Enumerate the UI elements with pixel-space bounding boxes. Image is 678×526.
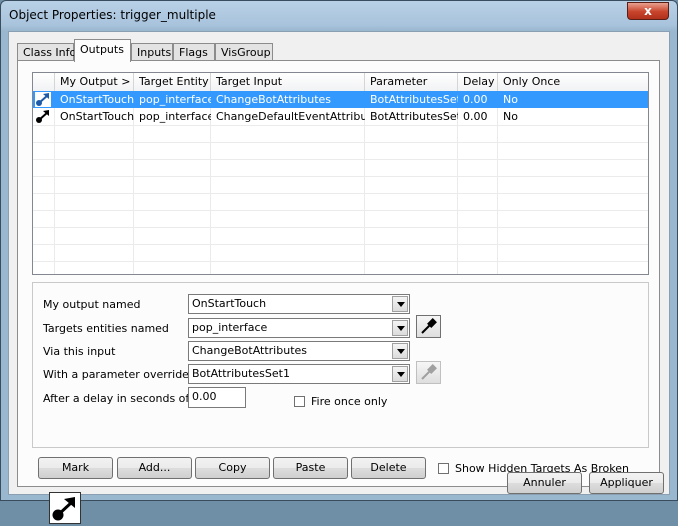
chevron-down-icon[interactable] [392,343,408,359]
output-arrow-icon [49,492,81,524]
cell-parameter: BotAttributesSet1 [370,110,458,123]
cell-target-input: ChangeBotAttributes [216,93,332,106]
close-button[interactable]: x [627,2,669,20]
tab-outputs[interactable]: Outputs [74,39,131,62]
via-input-combo[interactable]: ChangeBotAttributes [188,341,410,361]
targets-combo[interactable]: pop_interface [188,318,410,338]
outputs-list[interactable]: My Output > Target Entity Target Input P… [32,72,649,275]
paste-button[interactable]: Paste [273,457,348,479]
via-input-label: Via this input [43,345,116,358]
output-arrow-icon [36,110,49,123]
param-override-value: BotAttributesSet1 [192,367,290,380]
tab-class-info[interactable]: Class Info [17,43,76,61]
column-header-delay[interactable]: Delay [458,73,498,91]
chevron-down-icon[interactable] [392,296,408,312]
delay-input[interactable]: 0.00 [188,387,246,408]
add-button[interactable]: Add... [117,457,192,479]
cell-parameter: BotAttributesSet1 [370,93,458,106]
my-output-label: My output named [43,298,141,311]
output-edit-group: My output named OnStartTouch Targets ent… [32,282,649,448]
fire-once-label[interactable]: Fire once only [311,395,387,408]
cell-target-entity: pop_interface [139,93,211,106]
targets-label: Targets entities named [43,322,169,335]
pick-parameter-button[interactable] [416,361,441,384]
outputs-panel: My Output > Target Entity Target Input P… [17,60,660,487]
chevron-down-icon[interactable] [392,366,408,382]
column-header-my-output[interactable]: My Output > [55,73,134,91]
pick-entity-button[interactable] [416,315,441,338]
title-bar[interactable]: Object Properties: trigger_multiple x [1,1,677,31]
copy-button[interactable]: Copy [195,457,270,479]
properties-window: Object Properties: trigger_multiple x Cl… [0,0,678,524]
cell-target-entity: pop_interface [139,110,211,123]
table-row[interactable]: OnStartTouch pop_interface ChangeBotAttr… [33,91,648,108]
my-output-combo[interactable]: OnStartTouch [188,294,410,314]
column-header-target-input[interactable]: Target Input [211,73,365,91]
dialog-client: Class Info Outputs Inputs Flags VisGroup… [8,31,670,524]
column-header-target-entity[interactable]: Target Entity [134,73,211,91]
list-header: My Output > Target Entity Target Input P… [33,73,648,92]
delay-label: After a delay in seconds of [43,392,190,405]
via-input-value: ChangeBotAttributes [192,344,308,357]
cell-my-output: OnStartTouch [60,93,134,106]
window-title: Object Properties: trigger_multiple [9,8,216,22]
apply-button[interactable]: Appliquer [589,472,664,494]
tab-inputs[interactable]: Inputs [131,43,173,61]
targets-value: pop_interface [192,321,268,334]
delete-button[interactable]: Delete [351,457,426,479]
cell-target-input: ChangeDefaultEventAttributes [216,110,365,123]
eyedropper-icon [421,364,437,380]
fire-once-checkbox[interactable] [294,396,305,407]
eyedropper-icon [421,318,437,334]
table-row[interactable]: OnStartTouch pop_interface ChangeDefault… [33,108,648,125]
cell-delay: 0.00 [463,93,488,106]
chevron-down-icon[interactable] [392,320,408,336]
cell-only-once: No [503,110,518,123]
cell-my-output: OnStartTouch [60,110,134,123]
column-header-only-once[interactable]: Only Once [498,73,648,91]
cell-only-once: No [503,93,518,106]
tab-flags[interactable]: Flags [173,43,215,61]
cell-delay: 0.00 [463,110,488,123]
my-output-value: OnStartTouch [192,297,267,310]
mark-button[interactable]: Mark [38,457,113,479]
tab-visgroup[interactable]: VisGroup [215,43,273,61]
column-header-parameter[interactable]: Parameter [365,73,458,91]
param-override-combo[interactable]: BotAttributesSet1 [188,364,410,384]
param-override-label: With a parameter override of [43,368,204,381]
show-hidden-checkbox[interactable] [438,463,449,474]
cancel-button[interactable]: Annuler [507,472,582,494]
output-arrow-icon [35,92,51,107]
column-header-icon[interactable] [33,73,55,91]
